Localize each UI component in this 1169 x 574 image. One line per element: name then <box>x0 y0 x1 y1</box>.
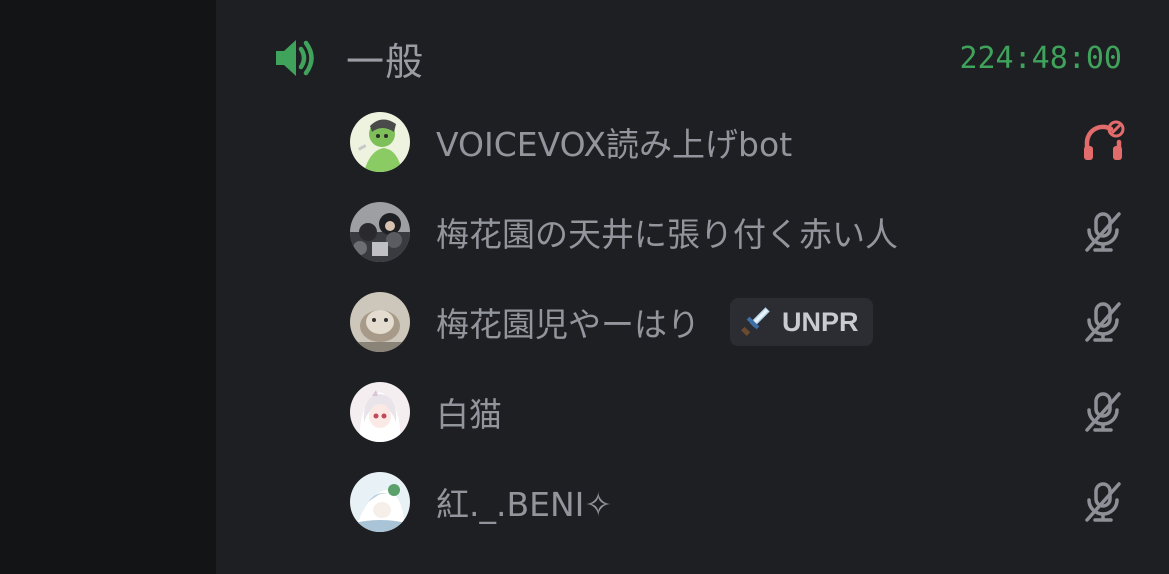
voice-channel-header[interactable]: 一般 224:48:00 <box>272 30 1122 86</box>
sword-icon <box>740 303 774 341</box>
member-name: 白猫 <box>436 395 502 434</box>
role-tag-label: UNPR <box>782 306 859 337</box>
channel-elapsed-timer: 224:48:00 <box>959 40 1122 76</box>
voice-member-row[interactable]: 梅花園の天井に張り付く赤い人 <box>350 200 1125 264</box>
deafened-headphones-icon <box>1081 120 1125 164</box>
member-name: VOICEVOX読み上げbot <box>436 125 793 164</box>
avatar[interactable] <box>350 202 410 262</box>
voice-member-row[interactable]: VOICEVOX読み上げbot <box>350 110 1125 174</box>
voice-member-row[interactable]: 白猫 <box>350 380 1125 444</box>
avatar[interactable] <box>350 472 410 532</box>
avatar[interactable] <box>350 382 410 442</box>
avatar[interactable] <box>350 292 410 352</box>
channel-name: 一般 <box>346 39 425 84</box>
member-name: 梅花園児やーはり <box>436 305 700 344</box>
role-tag[interactable]: UNPR <box>730 298 873 346</box>
voice-member-row[interactable]: 梅花園児やーはり UNPR <box>350 290 1125 354</box>
muted-microphone-icon <box>1081 390 1125 434</box>
speaker-icon <box>272 34 320 82</box>
muted-microphone-icon <box>1081 300 1125 344</box>
voice-member-row[interactable]: 紅._.BENI✧ <box>350 470 1125 534</box>
member-name: 紅._.BENI✧ <box>436 485 613 524</box>
member-name: 梅花園の天井に張り付く赤い人 <box>436 215 898 254</box>
server-sidebar <box>0 0 216 574</box>
muted-microphone-icon <box>1081 210 1125 254</box>
avatar[interactable] <box>350 112 410 172</box>
muted-microphone-icon <box>1081 480 1125 524</box>
